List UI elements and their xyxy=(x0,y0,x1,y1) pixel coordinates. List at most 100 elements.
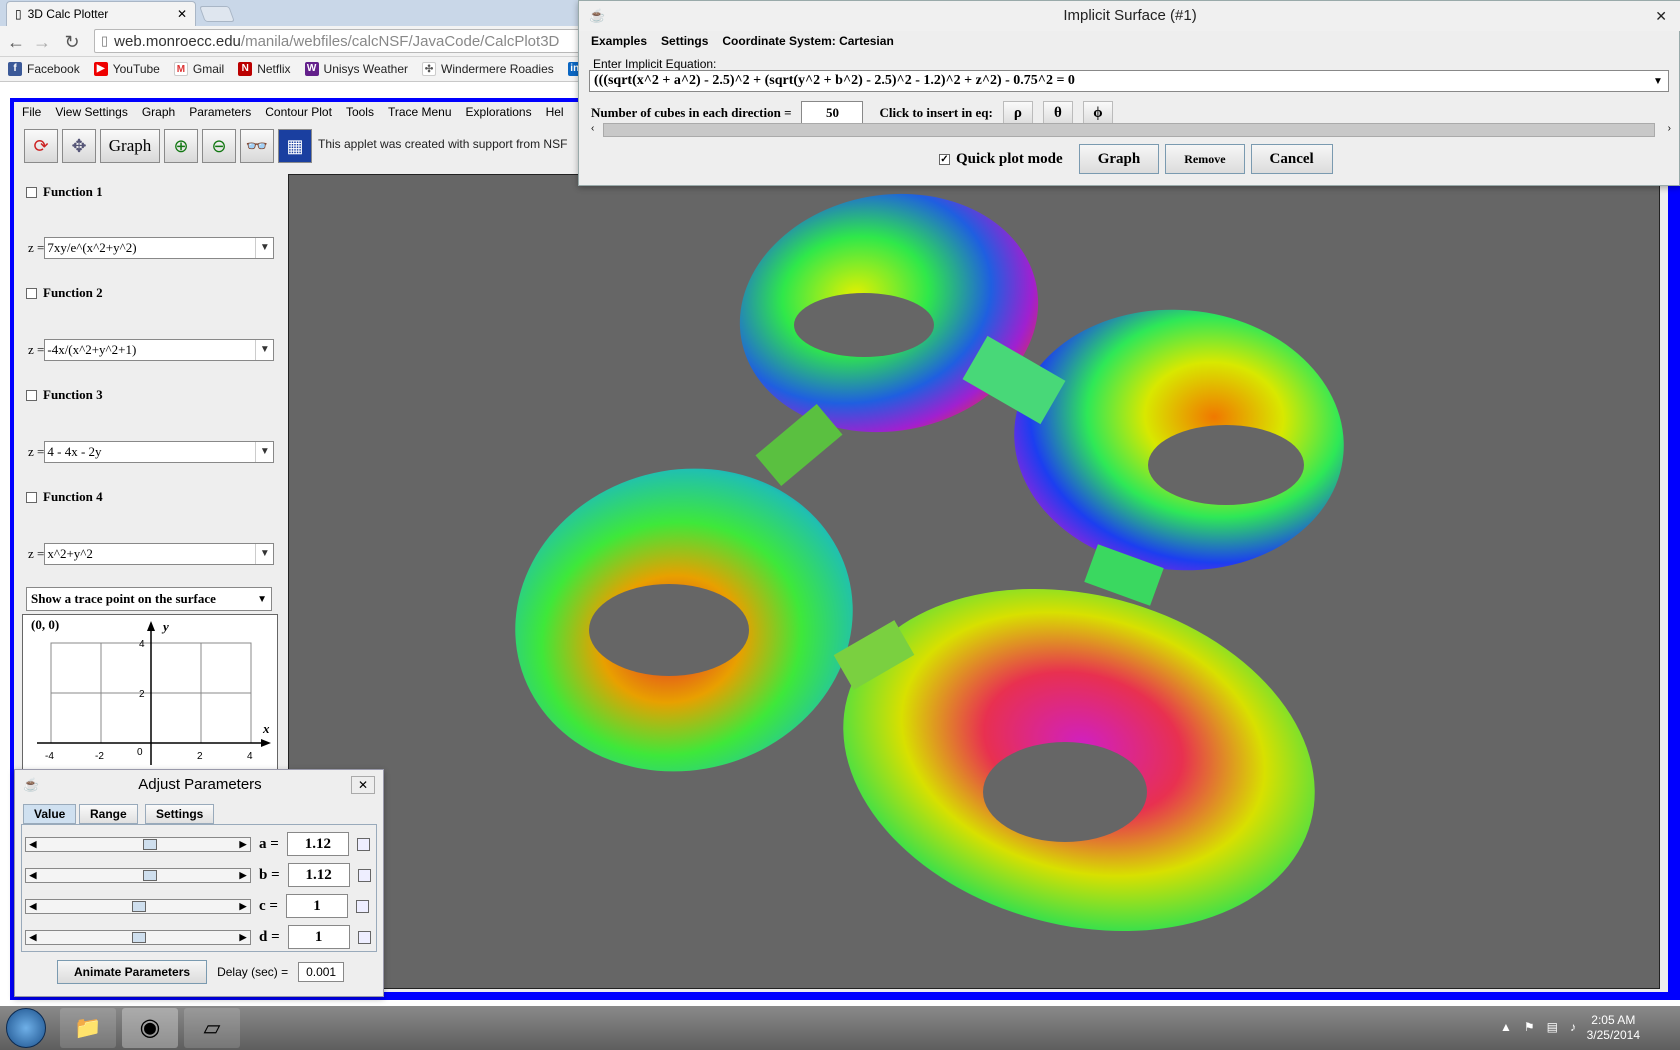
forward-icon[interactable]: → xyxy=(32,32,52,52)
trace-mini-graph[interactable]: (0, 0) y x -4 -2 0 2 4 4 2 xyxy=(22,614,278,770)
graph-button[interactable]: Graph xyxy=(1078,144,1160,174)
bookmark-gmail[interactable]: M Gmail xyxy=(173,62,224,76)
slider-thumb[interactable] xyxy=(143,838,158,850)
function-4-toggle[interactable]: Function 4 xyxy=(26,489,103,505)
menu-coordinate-system[interactable]: Coordinate System: Cartesian xyxy=(722,34,893,48)
tab-range[interactable]: Range xyxy=(79,804,138,824)
param-a-slider[interactable]: ◀ ▶ xyxy=(25,836,251,852)
plot-canvas[interactable] xyxy=(288,174,1660,989)
tab-settings[interactable]: Settings xyxy=(145,804,215,824)
function-3-checkbox[interactable] xyxy=(26,389,37,401)
function-2-toggle[interactable]: Function 2 xyxy=(26,285,103,301)
menu-settings[interactable]: Settings xyxy=(661,34,708,48)
menu-file[interactable]: File xyxy=(22,105,41,119)
bookmark-youtube[interactable]: ▶ YouTube xyxy=(93,62,160,76)
network-icon[interactable]: ▤ xyxy=(1547,1020,1558,1034)
bookmark-unisys-weather[interactable]: W Unisys Weather xyxy=(304,62,408,76)
arrow-right-icon[interactable]: ▶ xyxy=(236,838,250,851)
slider-thumb[interactable] xyxy=(143,869,158,881)
param-b-checkbox[interactable] xyxy=(357,868,371,882)
arrow-right-icon[interactable]: ▶ xyxy=(236,931,250,944)
new-tab-button[interactable] xyxy=(199,6,235,22)
chevron-down-icon[interactable]: ▼ xyxy=(255,442,273,462)
remove-button[interactable]: Remove xyxy=(1165,144,1245,174)
menu-parameters[interactable]: Parameters xyxy=(189,105,251,119)
rotate-icon[interactable]: ⟳ xyxy=(24,129,58,163)
volume-icon[interactable]: ♪ xyxy=(1570,1020,1576,1034)
function-1-checkbox[interactable] xyxy=(26,186,37,198)
chrome-icon[interactable]: ◉ xyxy=(122,1008,178,1048)
arrow-right-icon[interactable]: ▶ xyxy=(236,869,250,882)
notepad-icon[interactable]: ▱ xyxy=(184,1008,240,1048)
param-c-slider[interactable]: ◀ ▶ xyxy=(25,898,251,914)
scroll-thumb[interactable] xyxy=(603,123,1655,137)
scroll-right-icon[interactable]: › xyxy=(1668,123,1671,134)
param-b-value[interactable]: 1.12 xyxy=(287,863,350,887)
tab-value[interactable]: Value xyxy=(23,804,77,824)
param-a-checkbox[interactable] xyxy=(356,837,370,851)
menu-examples[interactable]: Examples xyxy=(591,34,647,48)
arrow-left-icon[interactable]: ◀ xyxy=(26,869,40,882)
slider-thumb[interactable] xyxy=(132,931,146,943)
chevron-down-icon[interactable]: ▼ xyxy=(255,238,273,258)
grid-icon[interactable]: ▦ xyxy=(278,129,312,163)
trace-select[interactable]: Show a trace point on the surface ▼ xyxy=(26,587,272,611)
bookmark-facebook[interactable]: f Facebook xyxy=(8,62,80,76)
param-c-checkbox[interactable] xyxy=(355,899,369,913)
delay-input[interactable]: 0.001 xyxy=(298,962,345,982)
function-1-input[interactable]: 7xy/e^(x^2+y^2) ▼ xyxy=(44,237,275,259)
arrow-left-icon[interactable]: ◀ xyxy=(26,838,40,851)
menu-trace[interactable]: Trace Menu xyxy=(388,105,452,119)
chevron-down-icon[interactable]: ▼ xyxy=(1648,76,1668,87)
menu-graph[interactable]: Graph xyxy=(142,105,175,119)
slider-thumb[interactable] xyxy=(132,900,146,912)
flag-icon[interactable]: ⚑ xyxy=(1524,1020,1535,1034)
browser-tab[interactable]: ▯ 3D Calc Plotter ✕ xyxy=(6,1,196,26)
function-4-input[interactable]: x^2+y^2 ▼ xyxy=(44,543,275,565)
menu-view-settings[interactable]: View Settings xyxy=(55,105,128,119)
chevron-down-icon[interactable]: ▼ xyxy=(255,544,273,564)
zoom-out-icon[interactable]: ⊖ xyxy=(202,129,236,163)
arrow-right-icon[interactable]: ▶ xyxy=(236,900,250,913)
axes-icon[interactable]: ✥ xyxy=(62,129,96,163)
bookmark-windermere[interactable]: ✣ Windermere Roadies xyxy=(422,62,554,76)
param-d-checkbox[interactable] xyxy=(357,930,371,944)
close-icon[interactable]: ✕ xyxy=(351,776,375,794)
animate-parameters-button[interactable]: Animate Parameters xyxy=(57,960,208,984)
cancel-button[interactable]: Cancel xyxy=(1250,144,1333,174)
param-a-value[interactable]: 1.12 xyxy=(286,832,349,856)
param-c-value[interactable]: 1 xyxy=(285,894,348,918)
scroll-left-icon[interactable]: ‹ xyxy=(591,123,594,134)
file-explorer-icon[interactable]: 📁 xyxy=(60,1008,116,1048)
close-tab-icon[interactable]: ✕ xyxy=(177,7,187,21)
bookmark-netflix[interactable]: N Netflix xyxy=(238,62,291,76)
menu-help[interactable]: Hel xyxy=(546,105,564,119)
function-2-checkbox[interactable] xyxy=(26,287,37,299)
menu-contour-plot[interactable]: Contour Plot xyxy=(265,105,332,119)
zoom-in-icon[interactable]: ⊕ xyxy=(164,129,198,163)
taskbar-clock[interactable]: 2:05 AM 3/25/2014 xyxy=(1587,1013,1640,1043)
menu-tools[interactable]: Tools xyxy=(346,105,374,119)
back-icon[interactable]: ← xyxy=(6,32,26,52)
param-d-value[interactable]: 1 xyxy=(287,925,350,949)
horizontal-scrollbar[interactable]: ‹ › xyxy=(589,121,1673,139)
function-3-input[interactable]: 4 - 4x - 2y ▼ xyxy=(44,441,275,463)
reload-icon[interactable]: ↻ xyxy=(62,32,82,52)
quick-plot-checkbox[interactable]: ✓ xyxy=(939,153,950,165)
menu-explorations[interactable]: Explorations xyxy=(466,105,532,119)
graph-button[interactable]: Graph xyxy=(100,129,160,163)
start-button[interactable] xyxy=(6,1008,46,1048)
function-3-toggle[interactable]: Function 3 xyxy=(26,387,103,403)
function-1-toggle[interactable]: Function 1 xyxy=(26,184,103,200)
3d-glasses-icon[interactable]: 👓 xyxy=(240,129,274,163)
chevron-down-icon[interactable]: ▼ xyxy=(255,340,273,360)
arrow-left-icon[interactable]: ◀ xyxy=(26,931,40,944)
param-d-slider[interactable]: ◀ ▶ xyxy=(25,929,251,945)
param-b-slider[interactable]: ◀ ▶ xyxy=(25,867,251,883)
arrow-left-icon[interactable]: ◀ xyxy=(26,900,40,913)
function-2-input[interactable]: -4x/(x^2+y^2+1) ▼ xyxy=(44,339,275,361)
equation-input[interactable]: (((sqrt(x^2 + a^2) - 2.5)^2 + (sqrt(y^2 … xyxy=(589,70,1669,92)
tray-expand-icon[interactable]: ▲ xyxy=(1500,1020,1512,1034)
function-4-checkbox[interactable] xyxy=(26,491,37,503)
close-icon[interactable]: ✕ xyxy=(1655,1,1667,31)
